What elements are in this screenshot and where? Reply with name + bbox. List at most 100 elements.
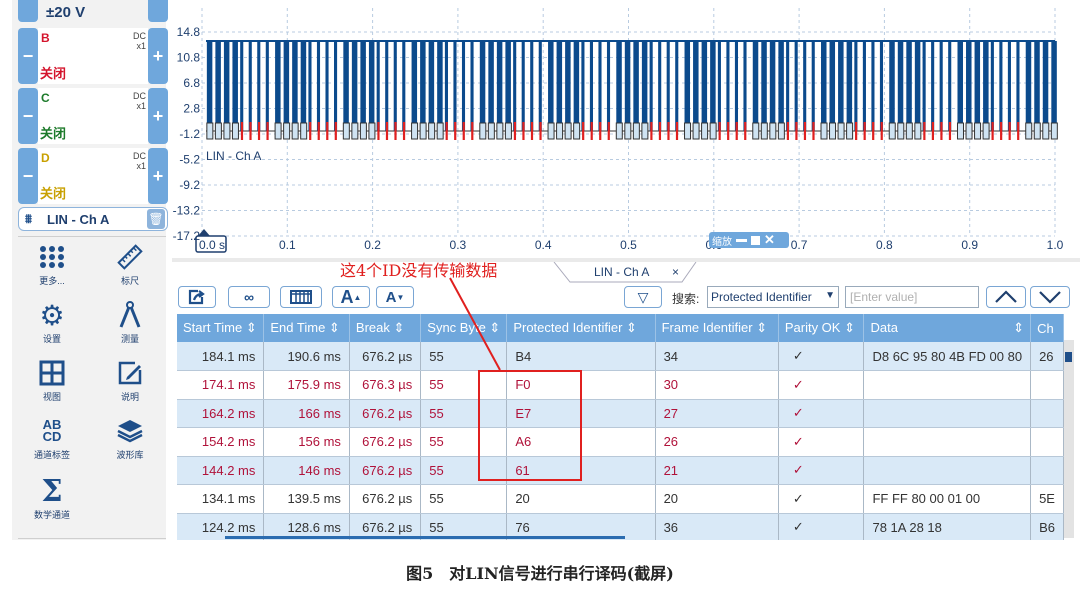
table-row[interactable]: 164.2 ms 166 ms 676.2 µs 55 E7 27 ✓ bbox=[177, 399, 1064, 428]
zoom-widget[interactable]: 缩放 ✕ bbox=[709, 232, 789, 248]
plus-icon[interactable]: + bbox=[148, 88, 168, 144]
column-header-protected-identifier[interactable]: Protected Identifier ⇕ bbox=[506, 314, 656, 342]
column-header-end-time[interactable]: End Time ⇕ bbox=[263, 314, 350, 342]
x-tick-label: 0.1 bbox=[279, 238, 296, 252]
column-header-frame-identifier[interactable]: Frame Identifier ⇕ bbox=[655, 314, 779, 342]
signal-frame bbox=[292, 41, 298, 130]
signal-frame bbox=[453, 40, 457, 131]
signal-frame bbox=[666, 40, 670, 131]
cell-checksum: B6 bbox=[1030, 513, 1064, 540]
maximize-icon[interactable] bbox=[751, 235, 760, 245]
cell-end-time: 175.9 ms bbox=[263, 370, 350, 400]
decode-data-mark bbox=[956, 122, 964, 140]
scope-view[interactable]: 14.8 10.8 6.8 2.8 -1.2 -5.2 -9.2 -13.2 -17.2 0.0 … bbox=[172, 0, 1080, 258]
channel-b-card[interactable]: − B DC x1 关闭 + bbox=[18, 28, 168, 84]
tool-waveform-library[interactable]: 波形库 bbox=[100, 416, 160, 461]
channel-name: B bbox=[41, 31, 50, 45]
decode-data-mark bbox=[905, 122, 913, 140]
signal-frame bbox=[1025, 41, 1032, 130]
columns-button[interactable] bbox=[280, 286, 322, 308]
cell-frame-identifier: 27 bbox=[655, 399, 779, 428]
vertical-scrollbar[interactable] bbox=[1064, 340, 1074, 538]
font-decrease-button[interactable]: A ▼ bbox=[376, 286, 414, 308]
cell-parity-ok: ✓ bbox=[778, 427, 865, 457]
tool-label: 视图 bbox=[42, 392, 61, 402]
cell-checksum: 5E bbox=[1030, 484, 1064, 514]
serial-decode-icon: ⩩ bbox=[25, 211, 32, 226]
signal-frame bbox=[343, 41, 349, 130]
signal-frame bbox=[479, 41, 486, 130]
column-header-data[interactable]: Data ⇕ bbox=[863, 314, 1032, 342]
scope-plot[interactable]: 14.810.86.82.8-1.2-5.2-9.2-13.2-17.20.0 … bbox=[172, 0, 1080, 258]
signal-frame bbox=[351, 41, 358, 130]
link-button[interactable]: ∞ bbox=[228, 286, 270, 308]
decode-data-mark bbox=[777, 122, 785, 140]
tool-view[interactable]: 视图 bbox=[22, 358, 82, 403]
column-header-checksum[interactable]: Ch bbox=[1030, 314, 1064, 342]
tab-close-icon[interactable]: × bbox=[672, 265, 679, 279]
close-icon[interactable]: ✕ bbox=[764, 232, 775, 248]
serial-decoder-chip[interactable]: ⩩ LIN - Ch A 🗑 bbox=[18, 207, 168, 231]
signal-frame bbox=[710, 41, 716, 130]
search-field-select[interactable]: Protected Identifier ▼ bbox=[707, 286, 839, 308]
horizontal-scrollbar[interactable] bbox=[225, 536, 625, 539]
decode-table[interactable]: Start Time ⇕ End Time ⇕ Break ⇕ Sync Byt… bbox=[177, 314, 1064, 540]
trash-icon[interactable]: 🗑 bbox=[147, 209, 165, 229]
range-increase-button[interactable] bbox=[148, 0, 168, 22]
filter-button[interactable]: ▽ bbox=[624, 286, 662, 308]
cell-start-time: 174.1 ms bbox=[177, 370, 265, 400]
column-header-start-time[interactable]: Start Time ⇕ bbox=[177, 314, 265, 342]
plus-icon[interactable]: + bbox=[148, 148, 168, 204]
tool-math-channels[interactable]: Σ 数学通道 bbox=[22, 474, 82, 521]
signal-frame bbox=[821, 41, 827, 130]
decode-data-mark bbox=[487, 122, 495, 140]
columns-icon bbox=[290, 290, 312, 304]
column-header-sync-byte[interactable]: Sync Byte ⇕ bbox=[420, 314, 508, 342]
search-prev-button[interactable] bbox=[986, 286, 1026, 308]
plus-icon[interactable]: + bbox=[148, 28, 168, 84]
tool-notes[interactable]: 说明 bbox=[100, 358, 160, 403]
search-next-button[interactable] bbox=[1030, 286, 1070, 308]
tool-settings[interactable]: ⚙ 设置 bbox=[22, 300, 82, 345]
channel-c-card[interactable]: − C DC x1 关闭 + bbox=[18, 88, 168, 144]
signal-frame bbox=[598, 40, 602, 131]
table-row[interactable]: 154.2 ms 156 ms 676.2 µs 55 A6 26 ✓ bbox=[177, 427, 1064, 457]
decode-data-mark bbox=[888, 122, 896, 140]
annotation-text: 这4个ID没有传输数据 bbox=[340, 261, 498, 280]
decode-data-mark bbox=[820, 122, 828, 140]
column-header-break[interactable]: Break ⇕ bbox=[349, 314, 422, 342]
tool-ruler[interactable]: 标尺 bbox=[100, 242, 160, 287]
signal-frame bbox=[275, 41, 281, 130]
range-decrease-button[interactable] bbox=[18, 0, 38, 22]
signal-frame bbox=[530, 40, 534, 131]
cell-data: 78 1A 28 18 bbox=[863, 513, 1032, 540]
tool-measure[interactable]: 测量 bbox=[100, 300, 160, 345]
search-input[interactable] bbox=[845, 286, 979, 308]
table-row[interactable]: 144.2 ms 146 ms 676.2 µs 55 61 21 ✓ bbox=[177, 456, 1064, 485]
tool-channel-labels[interactable]: AB CD 通道标签 bbox=[22, 416, 82, 461]
column-header-parity-ok[interactable]: Parity OK ⇕ bbox=[778, 314, 865, 342]
decode-data-mark bbox=[769, 122, 777, 140]
font-increase-button[interactable]: A ▲ bbox=[332, 286, 370, 308]
decode-data-mark bbox=[965, 122, 973, 140]
scrollbar-thumb[interactable] bbox=[1065, 352, 1072, 362]
channel-d-card[interactable]: − D DC x1 关闭 + bbox=[18, 148, 168, 204]
filter-icon: ▽ bbox=[637, 288, 649, 305]
export-button[interactable] bbox=[178, 286, 216, 308]
table-row[interactable]: 134.1 ms 139.5 ms 676.2 µs 55 20 20 ✓ FF FF 80 … bbox=[177, 484, 1064, 514]
table-row[interactable]: 174.1 ms 175.9 ms 676.3 µs 55 F0 30 ✓ bbox=[177, 370, 1064, 400]
y-tick-label: 6.8 bbox=[183, 76, 200, 90]
tool-more[interactable]: 更多... bbox=[22, 242, 82, 287]
signal-frame bbox=[437, 41, 443, 130]
minus-icon[interactable]: − bbox=[18, 88, 38, 144]
minimize-icon[interactable] bbox=[736, 238, 747, 242]
minus-icon[interactable]: − bbox=[18, 148, 38, 204]
tab-lin-ch-a[interactable]: LIN - Ch A × bbox=[562, 262, 702, 282]
signal-frame bbox=[633, 41, 639, 130]
signal-frame bbox=[999, 40, 1003, 131]
minus-icon[interactable]: − bbox=[18, 28, 38, 84]
channel-a-range[interactable]: ±20 V bbox=[18, 0, 168, 26]
table-row[interactable]: 184.1 ms 190.6 ms 676.2 µs 55 B4 34 ✓ D8 6C 95 … bbox=[177, 342, 1064, 371]
signal-frame bbox=[223, 41, 230, 130]
decode-data-mark bbox=[1025, 122, 1033, 140]
